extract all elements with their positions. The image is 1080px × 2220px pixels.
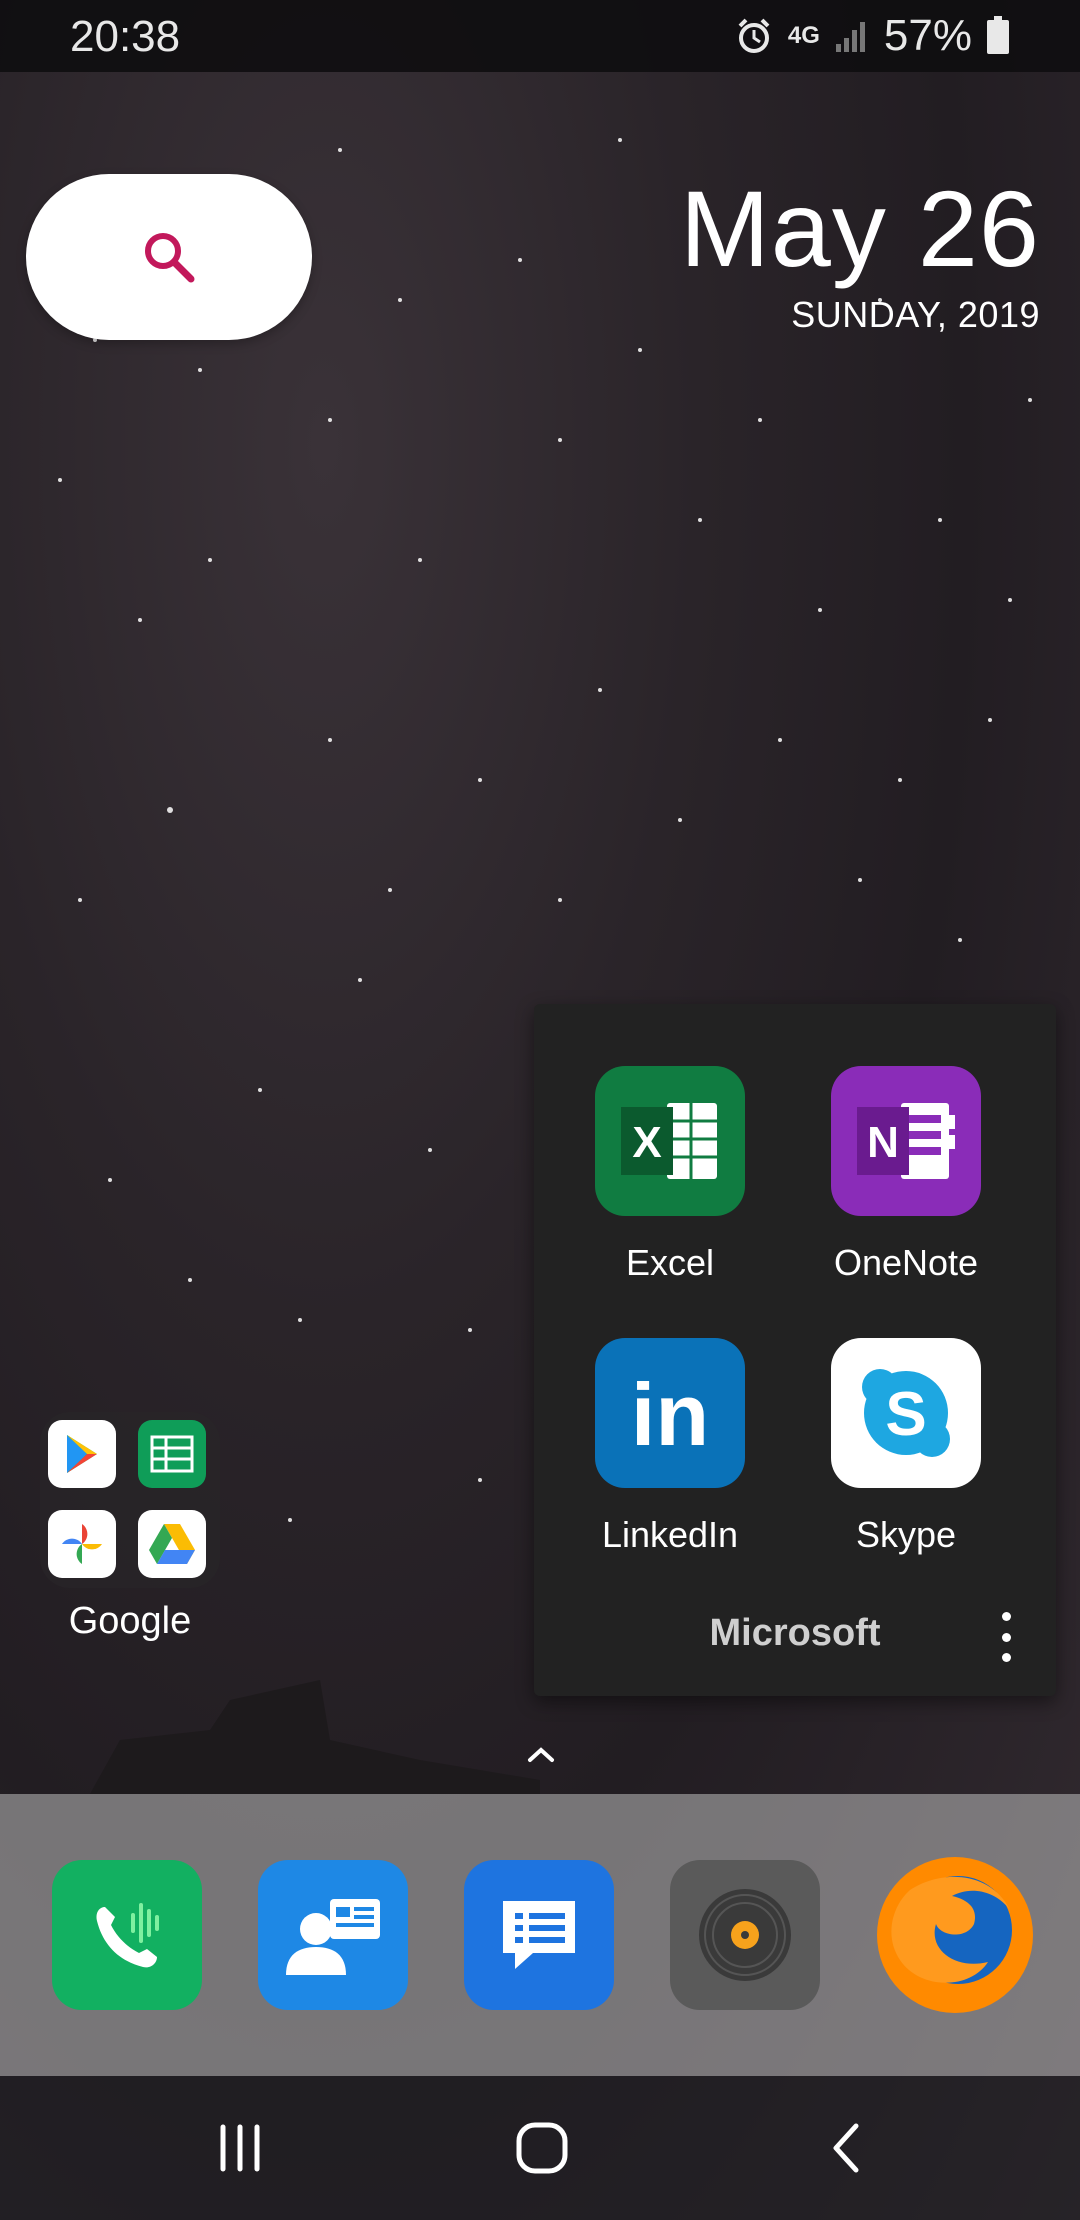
excel-icon: X (595, 1066, 745, 1216)
messages-icon[interactable] (464, 1860, 614, 2010)
app-label: Skype (855, 1514, 957, 1555)
search-widget[interactable] (26, 174, 312, 340)
more-options-icon[interactable] (996, 1612, 1016, 1662)
recents-icon (220, 2124, 260, 2172)
status-icons: 4G 57% (734, 11, 1010, 60)
status-time: 20:38 (70, 12, 181, 61)
svg-text:S: S (885, 1380, 926, 1449)
contacts-icon[interactable] (258, 1860, 408, 2010)
search-icon (145, 233, 195, 283)
photos-icon (48, 1510, 116, 1578)
svg-text:in: in (631, 1365, 709, 1461)
app-label: OneNote (833, 1242, 979, 1283)
app-label: Excel (625, 1242, 715, 1283)
back-icon (833, 2123, 859, 2173)
signal-icon (835, 22, 865, 52)
battery-percent: 57% (883, 11, 972, 60)
home-icon (516, 2122, 568, 2174)
status-bar: 20:38 4G 57% (0, 0, 1080, 72)
svg-text:X: X (632, 1118, 661, 1167)
firefox-icon[interactable] (870, 1850, 1040, 2020)
battery-icon (987, 16, 1009, 54)
app-onenote[interactable]: N OneNote (786, 1066, 1026, 1284)
music-icon[interactable] (670, 1860, 820, 2010)
app-excel[interactable]: X Excel (550, 1066, 790, 1284)
play-store-icon (48, 1420, 116, 1488)
chevron-up-icon[interactable] (524, 1742, 558, 1766)
phone-icon[interactable] (52, 1860, 202, 2010)
app-label: LinkedIn (601, 1514, 739, 1555)
app-linkedin[interactable]: in LinkedIn (550, 1338, 790, 1556)
app-skype[interactable]: S Skype (786, 1338, 1026, 1556)
microsoft-folder-popup: X Excel N OneNote in LinkedIn S Skype Mi… (534, 1004, 1056, 1696)
home-button[interactable] (502, 2116, 582, 2180)
alarm-icon (738, 18, 770, 53)
google-folder-label: Google (68, 1600, 192, 1642)
sheets-icon (138, 1420, 206, 1488)
date-widget-day[interactable]: SUNDAY, 2019 (791, 294, 1040, 336)
back-button[interactable] (806, 2116, 886, 2180)
onenote-icon: N (831, 1066, 981, 1216)
date-widget-date[interactable]: May 26 (680, 166, 1040, 291)
folder-name[interactable]: Microsoft (534, 1612, 1056, 1655)
recent-apps-button[interactable] (200, 2116, 280, 2180)
navigation-bar (0, 2076, 1080, 2220)
skype-icon: S (831, 1338, 981, 1488)
google-folder[interactable] (40, 1412, 220, 1588)
drive-icon (138, 1510, 206, 1578)
network-type: 4G (787, 22, 820, 49)
dock (0, 1794, 1080, 2076)
svg-text:N: N (867, 1118, 899, 1167)
linkedin-icon: in (595, 1338, 745, 1488)
